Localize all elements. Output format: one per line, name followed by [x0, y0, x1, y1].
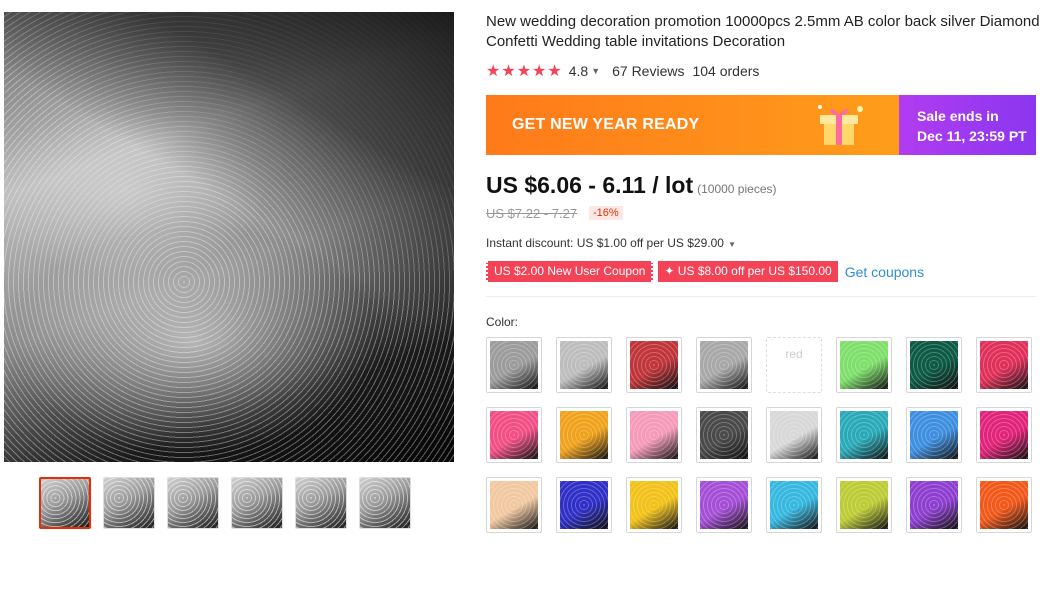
swatch-image [840, 341, 888, 389]
color-swatch[interactable] [976, 407, 1032, 463]
color-swatch[interactable] [626, 337, 682, 393]
color-swatch[interactable] [836, 477, 892, 533]
reviews-link[interactable]: 67 Reviews [612, 63, 684, 79]
color-swatch[interactable] [766, 407, 822, 463]
color-swatch[interactable] [696, 337, 752, 393]
instant-discount[interactable]: Instant discount: US $1.00 off per US $2… [486, 236, 736, 250]
thumbnail-5[interactable] [295, 477, 347, 529]
color-label: Color: [486, 315, 519, 329]
instant-discount-text: Instant discount: US $1.00 off per US $2… [486, 236, 724, 250]
promo-banner[interactable]: GET NEW YEAR READY Sale ends in Dec 11, … [486, 95, 1036, 155]
thumbnail-1[interactable] [39, 477, 91, 529]
chevron-down-icon[interactable]: ▼ [591, 66, 600, 76]
color-swatch[interactable] [906, 337, 962, 393]
discount-badge: -16% [589, 206, 623, 220]
price: US $6.06 - 6.11 / lot (10000 pieces) [486, 172, 777, 199]
swatch-image [770, 411, 818, 459]
sale-ends-label: Sale ends in [917, 108, 999, 124]
store-coupon[interactable]: ✦ US $8.00 off per US $150.00 [658, 261, 838, 282]
sale-countdown: Sale ends in Dec 11, 23:59 PT [899, 95, 1036, 155]
color-swatch[interactable] [556, 337, 612, 393]
swatch-image [700, 481, 748, 529]
color-swatches: red [486, 337, 1046, 533]
color-swatch[interactable] [836, 337, 892, 393]
color-swatch[interactable] [766, 477, 822, 533]
thumbnail-strip [39, 477, 411, 529]
color-swatch[interactable]: red [766, 337, 822, 393]
chevron-down-icon[interactable]: ▼ [726, 240, 736, 249]
get-coupons-link[interactable]: Get coupons [845, 264, 924, 280]
swatch-image [490, 341, 538, 389]
divider [486, 296, 1036, 297]
color-swatch[interactable] [836, 407, 892, 463]
thumbnail-4[interactable] [231, 477, 283, 529]
color-swatch[interactable] [486, 407, 542, 463]
star-rating-icon: ★★★★★ [486, 63, 563, 80]
new-user-coupon[interactable]: US $2.00 New User Coupon [486, 261, 654, 282]
lot-pieces: (10000 pieces) [697, 182, 777, 196]
swatch-image [840, 411, 888, 459]
swatch-image [700, 411, 748, 459]
current-price: US $6.06 - 6.11 / lot [486, 172, 694, 198]
original-price: US $7.22 - 7.27 [486, 206, 578, 221]
promo-banner-left: GET NEW YEAR READY [486, 95, 899, 155]
swatch-image [770, 481, 818, 529]
color-swatch[interactable] [976, 477, 1032, 533]
swatch-image [980, 411, 1028, 459]
color-swatch[interactable] [626, 407, 682, 463]
color-swatch[interactable] [906, 477, 962, 533]
swatch-image [490, 481, 538, 529]
color-swatch[interactable] [556, 477, 612, 533]
rating-row: ★★★★★ 4.8 ▼ 67 Reviews 104 orders [486, 61, 759, 81]
image-shading [4, 12, 454, 462]
orders-count: 104 orders [692, 63, 760, 79]
rating-value[interactable]: 4.8 [569, 63, 588, 79]
product-title: New wedding decoration promotion 10000pc… [486, 13, 1040, 50]
color-swatch[interactable] [626, 477, 682, 533]
color-swatch[interactable] [696, 407, 752, 463]
coupons-row: US $2.00 New User Coupon ✦ US $8.00 off … [486, 261, 924, 282]
swatch-image [490, 411, 538, 459]
swatch-image [980, 341, 1028, 389]
thumbnail-2[interactable] [103, 477, 155, 529]
swatch-image [560, 411, 608, 459]
swatch-image [910, 341, 958, 389]
color-swatch[interactable] [696, 477, 752, 533]
swatch-image [980, 481, 1028, 529]
thumbnail-6[interactable] [359, 477, 411, 529]
swatch-image [630, 341, 678, 389]
swatch-image [560, 341, 608, 389]
color-swatch[interactable] [486, 337, 542, 393]
swatch-image [560, 481, 608, 529]
swatch-image [840, 481, 888, 529]
color-swatch[interactable] [486, 477, 542, 533]
swatch-image [910, 481, 958, 529]
swatch-image [630, 411, 678, 459]
color-swatch[interactable] [556, 407, 612, 463]
color-swatch[interactable] [906, 407, 962, 463]
color-swatch[interactable] [976, 337, 1032, 393]
thumbnail-3[interactable] [167, 477, 219, 529]
swatch-image [910, 411, 958, 459]
main-product-image[interactable] [4, 12, 454, 462]
swatch-image [630, 481, 678, 529]
gift-icon [818, 105, 863, 145]
sale-ends-date: Dec 11, 23:59 PT [917, 128, 1027, 144]
promo-text: GET NEW YEAR READY [512, 116, 700, 133]
swatch-image [700, 341, 748, 389]
